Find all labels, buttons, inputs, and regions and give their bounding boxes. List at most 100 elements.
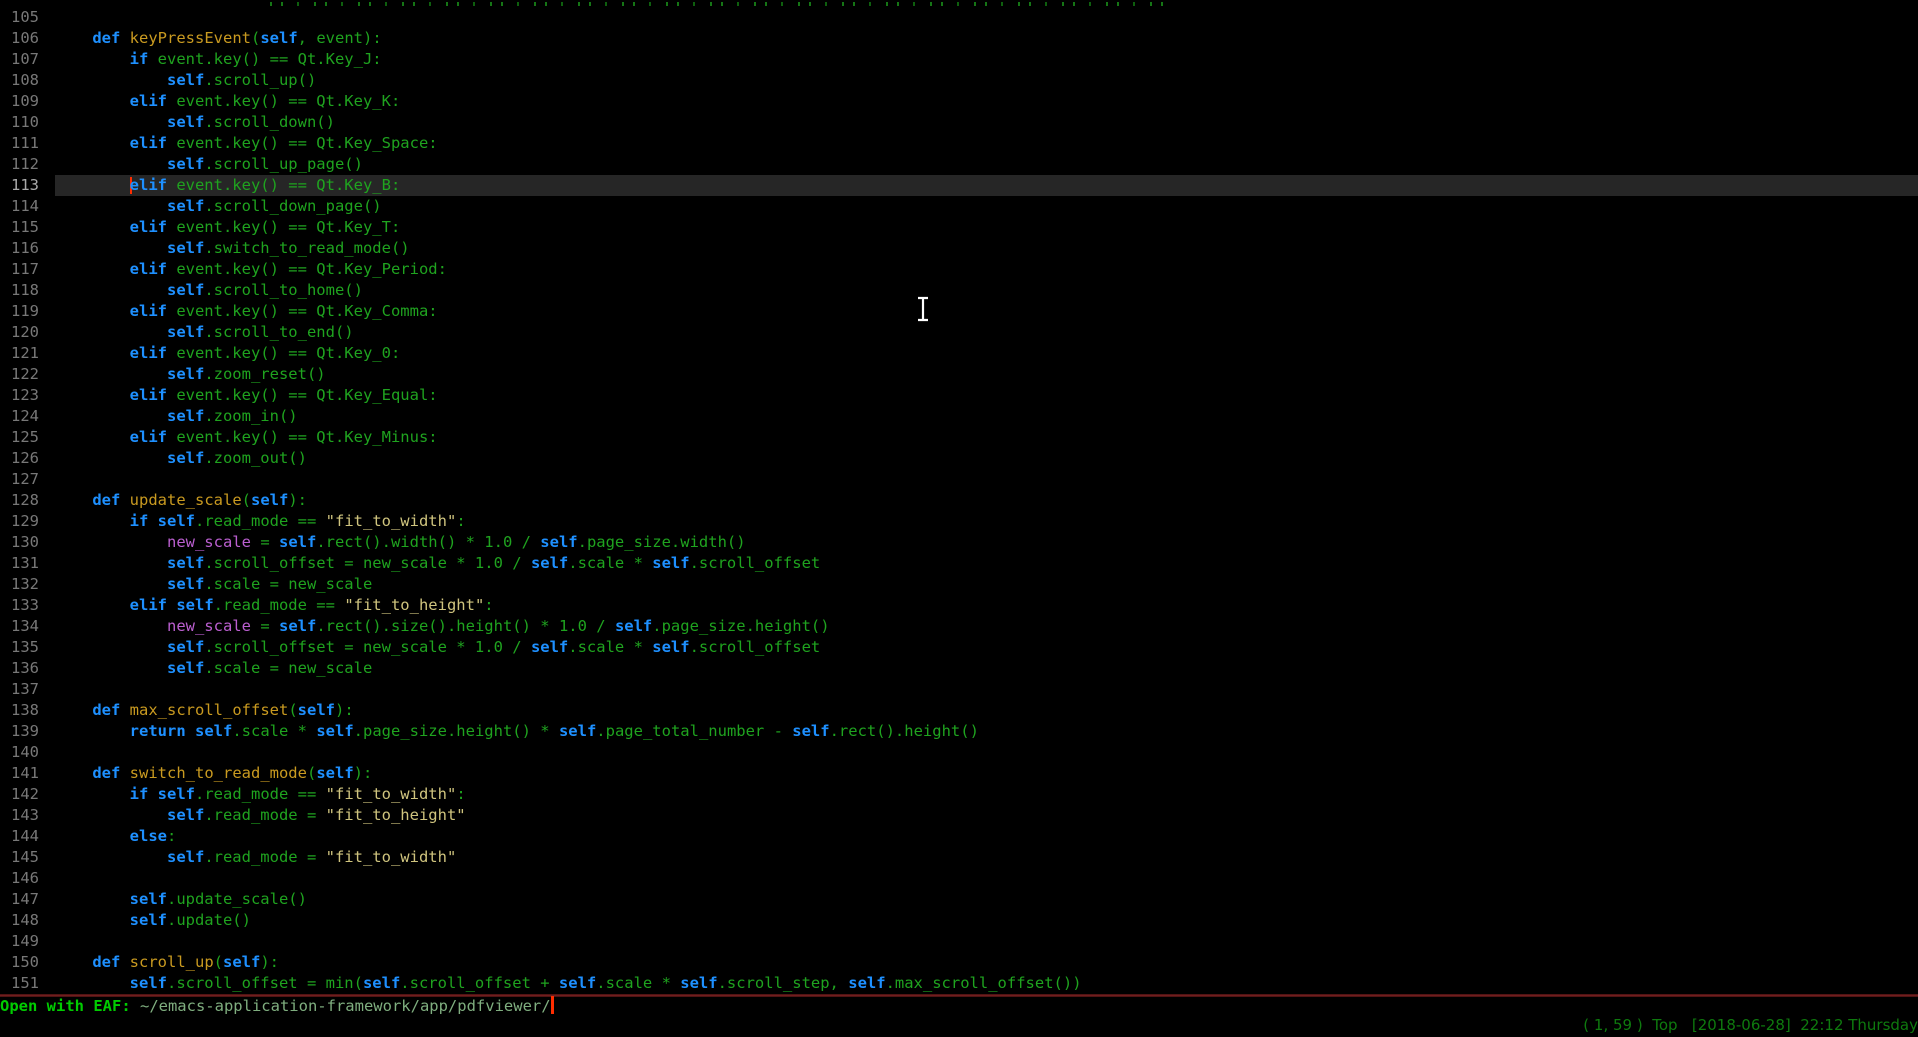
code-text[interactable]: self.scroll_down_page() [55,196,1918,217]
code-text[interactable]: self.read_mode = "fit_to_height" [55,805,1918,826]
code-line[interactable]: 120 self.scroll_to_end() [0,322,1918,343]
code-text[interactable] [55,931,1918,952]
code-text[interactable]: def update_scale(self): [55,490,1918,511]
minibuffer-input[interactable]: ~/emacs-application-framework/app/pdfvie… [140,997,551,1015]
code-text[interactable] [55,742,1918,763]
code-line[interactable]: 131 self.scroll_offset = new_scale * 1.0… [0,553,1918,574]
code-line[interactable]: 148 self.update() [0,910,1918,931]
code-line[interactable]: 138 def max_scroll_offset(self): [0,700,1918,721]
code-text[interactable]: elif self.read_mode == "fit_to_height": [55,595,1918,616]
code-line[interactable]: 141 def switch_to_read_mode(self): [0,763,1918,784]
code-text[interactable]: def scroll_up(self): [55,952,1918,973]
code-line[interactable]: 143 self.read_mode = "fit_to_height" [0,805,1918,826]
code-line[interactable]: 123 elif event.key() == Qt.Key_Equal: [0,385,1918,406]
code-line[interactable] [0,0,1918,7]
code-line[interactable]: 127 [0,469,1918,490]
code-text[interactable]: self.zoom_out() [55,448,1918,469]
code-line[interactable]: 142 if self.read_mode == "fit_to_width": [0,784,1918,805]
code-text[interactable]: elif event.key() == Qt.Key_K: [55,91,1918,112]
code-text[interactable]: new_scale = self.rect().width() * 1.0 / … [55,532,1918,553]
code-line[interactable]: 146 [0,868,1918,889]
code-text[interactable]: self.zoom_in() [55,406,1918,427]
code-line[interactable]: 124 self.zoom_in() [0,406,1918,427]
code-text[interactable]: self.scale = new_scale [55,574,1918,595]
code-text[interactable]: self.scroll_to_home() [55,280,1918,301]
code-line[interactable]: 118 self.scroll_to_home() [0,280,1918,301]
code-line[interactable]: 107 if event.key() == Qt.Key_J: [0,49,1918,70]
code-text[interactable]: def keyPressEvent(self, event): [55,28,1918,49]
code-text[interactable]: self.scroll_down() [55,112,1918,133]
code-text[interactable]: new_scale = self.rect().size().height() … [55,616,1918,637]
code-text[interactable]: self.update() [55,910,1918,931]
code-line[interactable]: 122 self.zoom_reset() [0,364,1918,385]
code-line[interactable]: 147 self.update_scale() [0,889,1918,910]
code-text[interactable]: self.scale = new_scale [55,658,1918,679]
code-line[interactable]: 135 self.scroll_offset = new_scale * 1.0… [0,637,1918,658]
code-text[interactable]: elif event.key() == Qt.Key_Period: [55,259,1918,280]
code-text[interactable]: elif event.key() == Qt.Key_B: [55,175,1918,196]
code-text[interactable]: elif event.key() == Qt.Key_T: [55,217,1918,238]
code-text[interactable] [55,0,1918,7]
code-line[interactable]: 112 self.scroll_up_page() [0,154,1918,175]
code-line[interactable]: 145 self.read_mode = "fit_to_width" [0,847,1918,868]
code-text[interactable] [55,679,1918,700]
code-line[interactable]: 117 elif event.key() == Qt.Key_Period: [0,259,1918,280]
code-line[interactable]: 151 self.scroll_offset = min(self.scroll… [0,973,1918,994]
code-text[interactable]: self.switch_to_read_mode() [55,238,1918,259]
code-text[interactable]: self.read_mode = "fit_to_width" [55,847,1918,868]
code-line[interactable]: 109 elif event.key() == Qt.Key_K: [0,91,1918,112]
code-text[interactable]: self.scroll_to_end() [55,322,1918,343]
code-text[interactable]: self.scroll_up_page() [55,154,1918,175]
line-number: 126 [0,448,55,469]
code-line[interactable]: 108 self.scroll_up() [0,70,1918,91]
code-text[interactable]: elif event.key() == Qt.Key_Space: [55,133,1918,154]
code-line[interactable]: 139 return self.scale * self.page_size.h… [0,721,1918,742]
code-line[interactable]: 134 new_scale = self.rect().size().heigh… [0,616,1918,637]
code-text[interactable]: self.scroll_offset = new_scale * 1.0 / s… [55,553,1918,574]
code-line[interactable]: 150 def scroll_up(self): [0,952,1918,973]
code-line[interactable]: 106 def keyPressEvent(self, event): [0,28,1918,49]
code-text[interactable]: self.scroll_up() [55,70,1918,91]
code-line[interactable]: 119 elif event.key() == Qt.Key_Comma: [0,301,1918,322]
code-line[interactable]: 130 new_scale = self.rect().width() * 1.… [0,532,1918,553]
code-line[interactable]: 111 elif event.key() == Qt.Key_Space: [0,133,1918,154]
code-text[interactable]: else: [55,826,1918,847]
code-line[interactable]: 128 def update_scale(self): [0,490,1918,511]
code-line-current[interactable]: 113 elif event.key() == Qt.Key_B: [0,175,1918,196]
code-text[interactable]: def switch_to_read_mode(self): [55,763,1918,784]
code-line[interactable]: 126 self.zoom_out() [0,448,1918,469]
code-text[interactable]: self.scroll_offset = min(self.scroll_off… [55,973,1918,994]
code-text[interactable]: self.update_scale() [55,889,1918,910]
code-text[interactable]: self.zoom_reset() [55,364,1918,385]
code-line[interactable]: 114 self.scroll_down_page() [0,196,1918,217]
code-text[interactable] [55,868,1918,889]
minibuffer[interactable]: Open with EAF: ~/emacs-application-frame… [0,996,554,1017]
code-line[interactable]: 132 self.scale = new_scale [0,574,1918,595]
code-line[interactable]: 125 elif event.key() == Qt.Key_Minus: [0,427,1918,448]
code-area[interactable]: 105106 def keyPressEvent(self, event):10… [0,0,1918,994]
code-line[interactable]: 137 [0,679,1918,700]
code-line[interactable]: 149 [0,931,1918,952]
code-text[interactable] [55,469,1918,490]
code-text[interactable]: if self.read_mode == "fit_to_width": [55,784,1918,805]
code-line[interactable]: 140 [0,742,1918,763]
code-line[interactable]: 136 self.scale = new_scale [0,658,1918,679]
code-line[interactable]: 105 [0,7,1918,28]
code-text[interactable]: if event.key() == Qt.Key_J: [55,49,1918,70]
code-text[interactable] [55,7,1918,28]
code-line[interactable]: 121 elif event.key() == Qt.Key_0: [0,343,1918,364]
code-line[interactable]: 116 self.switch_to_read_mode() [0,238,1918,259]
code-line[interactable]: 110 self.scroll_down() [0,112,1918,133]
code-text[interactable]: elif event.key() == Qt.Key_Comma: [55,301,1918,322]
code-text[interactable]: elif event.key() == Qt.Key_Minus: [55,427,1918,448]
code-text[interactable]: elif event.key() == Qt.Key_Equal: [55,385,1918,406]
code-line[interactable]: 144 else: [0,826,1918,847]
code-line[interactable]: 129 if self.read_mode == "fit_to_width": [0,511,1918,532]
code-text[interactable]: self.scroll_offset = new_scale * 1.0 / s… [55,637,1918,658]
code-line[interactable]: 115 elif event.key() == Qt.Key_T: [0,217,1918,238]
code-text[interactable]: if self.read_mode == "fit_to_width": [55,511,1918,532]
code-text[interactable]: return self.scale * self.page_size.heigh… [55,721,1918,742]
code-text[interactable]: def max_scroll_offset(self): [55,700,1918,721]
code-line[interactable]: 133 elif self.read_mode == "fit_to_heigh… [0,595,1918,616]
code-text[interactable]: elif event.key() == Qt.Key_0: [55,343,1918,364]
